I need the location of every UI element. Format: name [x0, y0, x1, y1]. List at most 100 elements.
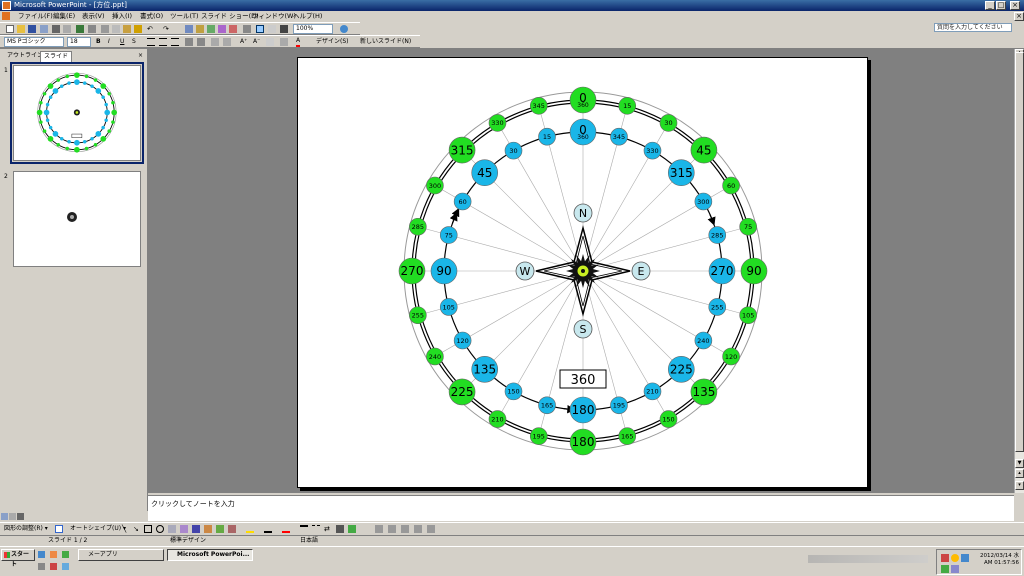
extra-tool-icon-5[interactable]: [427, 525, 435, 533]
tray-bluetooth-icon[interactable]: [951, 565, 959, 573]
numbering-icon[interactable]: [185, 38, 193, 46]
redo-icon[interactable]: ↷: [163, 25, 171, 33]
decrease-font-icon[interactable]: A⁻: [253, 36, 260, 48]
wordart-icon[interactable]: [192, 525, 200, 533]
table-icon[interactable]: [196, 25, 204, 33]
align-left-icon[interactable]: [147, 38, 155, 46]
next-slide-icon[interactable]: ▾: [1015, 481, 1024, 490]
tray-sun-icon[interactable]: [951, 554, 959, 562]
quicklaunch-media-icon[interactable]: [50, 563, 57, 570]
slide-thumbnail-1[interactable]: [10, 62, 144, 164]
line-icon[interactable]: ╲: [122, 525, 130, 533]
align-center-icon[interactable]: [159, 38, 167, 46]
insert-table-icon[interactable]: [218, 25, 226, 33]
slide-sorter-icon[interactable]: [9, 513, 16, 520]
research-icon[interactable]: [88, 25, 96, 33]
clipart-icon[interactable]: [216, 525, 224, 533]
menu-file[interactable]: ファイル(F): [18, 11, 53, 22]
minimize-button[interactable]: _: [985, 1, 995, 10]
line-style-icon[interactable]: [300, 525, 308, 533]
dash-style-icon[interactable]: [312, 525, 320, 533]
tray-network-icon[interactable]: [961, 554, 969, 562]
taskbar-app-powerpoint[interactable]: Microsoft PowerPoi...: [167, 549, 253, 561]
design-button[interactable]: デザイン(S): [316, 36, 349, 48]
vertical-scrollbar[interactable]: ▲ ▼ ▴ ▾: [1014, 49, 1024, 493]
taskbar-app-1[interactable]: メーアプリ: [78, 549, 164, 561]
align-right-icon[interactable]: [171, 38, 179, 46]
clock[interactable]: 2012/03/14 水 AM 01:57:56: [980, 553, 1019, 567]
autoshapes-button[interactable]: オートシェイプ(U) ▾: [70, 523, 126, 535]
shadow-style-icon[interactable]: [336, 525, 344, 533]
spelling-icon[interactable]: [76, 25, 84, 33]
help-icon[interactable]: [340, 25, 348, 33]
slide-thumbnail-2[interactable]: [13, 171, 141, 267]
new-slide-button[interactable]: 新しいスライド(N): [360, 36, 411, 48]
font-select[interactable]: MS Pゴシック: [4, 37, 64, 47]
open-icon[interactable]: [17, 25, 25, 33]
3d-style-icon[interactable]: [348, 525, 356, 533]
underline-button[interactable]: U: [120, 36, 124, 48]
paste-icon[interactable]: [123, 25, 131, 33]
menu-help[interactable]: ヘルプ(H): [293, 11, 322, 22]
extra-tool-icon-4[interactable]: [414, 525, 422, 533]
extra-tool-icon-1[interactable]: [375, 525, 383, 533]
diagram-icon[interactable]: [204, 525, 212, 533]
slide-canvas[interactable]: 0 360 45 90 135 180 225 270 315 345 15 30 60 75 105 120…: [297, 57, 868, 488]
bullets-icon[interactable]: [197, 38, 205, 46]
normal-view-icon[interactable]: [1, 513, 8, 520]
italic-button[interactable]: I: [108, 36, 110, 48]
maximize-button[interactable]: □: [996, 1, 1006, 10]
grid-icon[interactable]: [268, 25, 276, 33]
pane-close-icon[interactable]: ×: [135, 51, 146, 61]
scroll-thumb[interactable]: [1015, 52, 1024, 452]
new-icon[interactable]: [6, 25, 14, 33]
cut-icon[interactable]: [101, 25, 109, 33]
menu-edit[interactable]: 編集(E): [53, 11, 75, 22]
shadow-button[interactable]: S: [132, 36, 136, 48]
text-color-icon[interactable]: [282, 525, 290, 533]
tray-volume-icon[interactable]: [941, 554, 949, 562]
menu-slideshow[interactable]: スライド ショー(D): [201, 11, 259, 22]
expand-all-icon[interactable]: [243, 25, 251, 33]
help-search-input[interactable]: 質問を入力してください: [934, 23, 1012, 32]
font-color-button[interactable]: A: [296, 36, 301, 47]
preview-icon[interactable]: [63, 25, 71, 33]
fill-color-icon[interactable]: [246, 525, 254, 533]
save-icon[interactable]: [28, 25, 36, 33]
draw-menu-button[interactable]: 図形の調整(R) ▾: [4, 523, 48, 535]
increase-indent-icon[interactable]: [223, 38, 231, 46]
font-size-select[interactable]: 18: [67, 37, 91, 47]
copy-icon[interactable]: [112, 25, 120, 33]
menu-insert[interactable]: 挿入(I): [112, 11, 132, 22]
quicklaunch-desktop-icon[interactable]: [38, 563, 45, 570]
increase-font-icon[interactable]: A⁺: [240, 36, 247, 48]
rectangle-icon[interactable]: [144, 525, 152, 533]
select-objects-icon[interactable]: [55, 525, 63, 533]
bold-button[interactable]: B: [96, 36, 101, 48]
menu-window[interactable]: ウィンドウ(W): [252, 11, 296, 22]
scroll-down-icon[interactable]: ▼: [1015, 459, 1024, 468]
picture-icon[interactable]: [228, 525, 236, 533]
quicklaunch-explorer-icon[interactable]: [62, 563, 69, 570]
print-icon[interactable]: [52, 25, 60, 33]
menu-tools[interactable]: ツール(T): [170, 11, 199, 22]
show-formatting-icon[interactable]: [256, 25, 264, 33]
language-bar[interactable]: [808, 555, 928, 563]
textbox-icon[interactable]: [168, 525, 176, 533]
tray-antivirus-icon[interactable]: [941, 565, 949, 573]
notes-pane[interactable]: クリックしてノートを入力: [148, 495, 1014, 521]
close-button[interactable]: ×: [1010, 1, 1020, 10]
color-grayscale-icon[interactable]: [280, 25, 288, 33]
quicklaunch-app-icon[interactable]: [62, 551, 69, 558]
decrease-indent-icon[interactable]: [211, 38, 219, 46]
quicklaunch-firefox-icon[interactable]: [50, 551, 57, 558]
powerpoint-app-icon[interactable]: [2, 1, 11, 10]
chart-icon[interactable]: [185, 25, 193, 33]
slideshow-icon[interactable]: [17, 513, 24, 520]
line-color-icon[interactable]: [264, 525, 272, 533]
format-painter-icon[interactable]: [134, 25, 142, 33]
extra-tool-icon-3[interactable]: [401, 525, 409, 533]
extra-tool-icon-2[interactable]: [388, 525, 396, 533]
arrow-icon[interactable]: ↘: [133, 525, 141, 533]
undo-icon[interactable]: ↶: [147, 25, 155, 33]
